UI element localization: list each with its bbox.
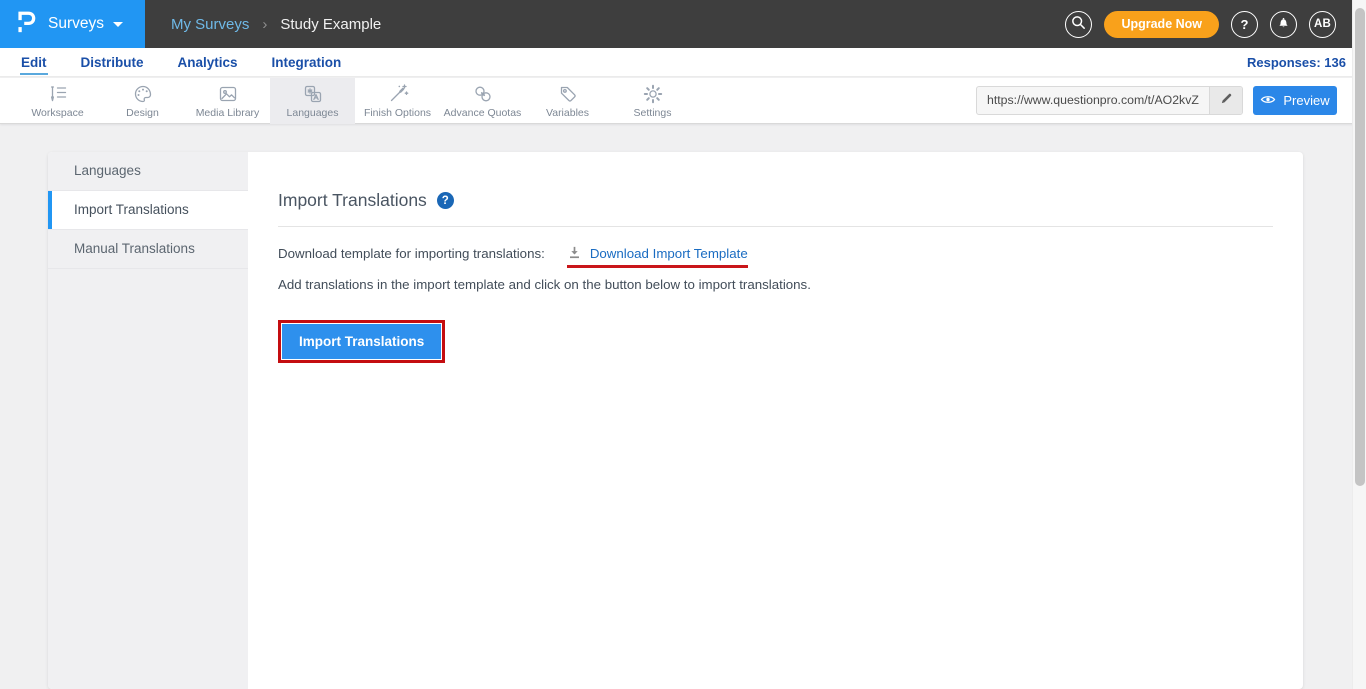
breadcrumb: My Surveys › Study Example bbox=[171, 16, 381, 33]
palette-icon bbox=[132, 83, 154, 105]
responses-count[interactable]: Responses: 136 bbox=[1247, 55, 1346, 70]
toolbar-item-design[interactable]: Design bbox=[100, 78, 185, 124]
import-translations-button[interactable]: Import Translations bbox=[282, 324, 441, 359]
help-button[interactable]: ? bbox=[1231, 11, 1258, 38]
toolbar-item-advance-quotas[interactable]: Advance Quotas bbox=[440, 78, 525, 124]
page-title: Import Translations bbox=[278, 190, 427, 211]
tab-analytics[interactable]: Analytics bbox=[177, 50, 239, 75]
edit-url-button[interactable] bbox=[1209, 87, 1242, 114]
download-import-template-link[interactable]: Download Import Template bbox=[590, 246, 748, 261]
search-icon bbox=[1070, 14, 1087, 34]
product-label: Surveys bbox=[48, 15, 104, 33]
toolbar-item-workspace[interactable]: Workspace bbox=[15, 78, 100, 124]
tab-distribute[interactable]: Distribute bbox=[80, 50, 145, 75]
title-divider bbox=[278, 226, 1273, 227]
chain-link-icon bbox=[472, 83, 494, 105]
title-row: Import Translations ? bbox=[278, 190, 1273, 211]
tab-integration[interactable]: Integration bbox=[271, 50, 343, 75]
preview-label: Preview bbox=[1283, 93, 1329, 108]
product-switcher[interactable]: Surveys bbox=[0, 0, 145, 48]
upgrade-now-button[interactable]: Upgrade Now bbox=[1104, 11, 1219, 38]
questionpro-logo-icon bbox=[15, 8, 39, 41]
toolbar-item-label: Settings bbox=[634, 107, 672, 119]
survey-nav: Edit Distribute Analytics Integration Re… bbox=[0, 48, 1366, 77]
bell-icon bbox=[1276, 15, 1291, 33]
workspace-icon bbox=[47, 83, 69, 105]
breadcrumb-current: Study Example bbox=[280, 16, 381, 33]
translate-icon bbox=[302, 83, 324, 105]
chevron-down-icon bbox=[113, 22, 123, 27]
toolbar-item-media-library[interactable]: Media Library bbox=[185, 78, 270, 124]
toolbar-item-languages[interactable]: Languages bbox=[270, 78, 355, 124]
image-icon bbox=[217, 83, 239, 105]
survey-url-field: https://www.questionpro.com/t/AO2kvZ bbox=[976, 86, 1243, 115]
toolbar-item-label: Workspace bbox=[31, 107, 83, 119]
gear-icon bbox=[642, 83, 664, 105]
avatar[interactable]: AB bbox=[1309, 11, 1336, 38]
survey-url-text[interactable]: https://www.questionpro.com/t/AO2kvZ bbox=[977, 87, 1209, 114]
languages-sidebar: Languages Import Translations Manual Tra… bbox=[48, 152, 248, 689]
download-prompt-label: Download template for importing translat… bbox=[278, 246, 545, 261]
toolbar-item-finish-options[interactable]: Finish Options bbox=[355, 78, 440, 124]
import-button-annotation-box: Import Translations bbox=[278, 320, 445, 363]
toolbar-item-label: Variables bbox=[546, 107, 589, 119]
download-link-annotated: Download Import Template bbox=[567, 244, 748, 263]
breadcrumb-separator-icon: › bbox=[262, 16, 267, 33]
download-icon bbox=[567, 244, 582, 263]
scrollbar-thumb[interactable] bbox=[1355, 8, 1365, 486]
topbar-actions: Upgrade Now ? AB bbox=[1065, 10, 1336, 38]
edit-toolbar: Workspace Design Media Library bbox=[0, 78, 1366, 124]
breadcrumb-my-surveys[interactable]: My Surveys bbox=[171, 16, 249, 33]
sidebar-item-manual-translations[interactable]: Manual Translations bbox=[48, 230, 248, 269]
instruction-text: Add translations in the import template … bbox=[278, 277, 1273, 292]
page-scrollbar[interactable] bbox=[1352, 0, 1366, 689]
toolbar-item-label: Finish Options bbox=[364, 107, 431, 119]
eye-icon bbox=[1260, 93, 1276, 108]
languages-panel: Languages Import Translations Manual Tra… bbox=[48, 152, 1303, 689]
toolbar-item-label: Languages bbox=[287, 107, 339, 119]
tab-edit[interactable]: Edit bbox=[20, 50, 48, 75]
magic-wand-icon bbox=[387, 83, 409, 105]
topbar: Surveys My Surveys › Study Example Upgra… bbox=[0, 0, 1366, 48]
tag-icon bbox=[557, 83, 579, 105]
download-template-row: Download template for importing translat… bbox=[278, 244, 1273, 263]
section-help-icon[interactable]: ? bbox=[437, 192, 454, 209]
toolbar-item-variables[interactable]: Variables bbox=[525, 78, 610, 124]
sidebar-item-import-translations[interactable]: Import Translations bbox=[48, 191, 248, 230]
search-button[interactable] bbox=[1065, 11, 1092, 38]
toolbar-item-label: Advance Quotas bbox=[444, 107, 522, 119]
preview-button[interactable]: Preview bbox=[1253, 86, 1337, 115]
nav-tabs: Edit Distribute Analytics Integration bbox=[20, 48, 342, 77]
import-translations-pane: Import Translations ? Download template … bbox=[248, 152, 1303, 689]
toolbar-item-label: Design bbox=[126, 107, 159, 119]
toolbar-item-settings[interactable]: Settings bbox=[610, 78, 695, 124]
pencil-icon bbox=[1220, 92, 1233, 110]
notifications-button[interactable] bbox=[1270, 11, 1297, 38]
sidebar-item-languages[interactable]: Languages bbox=[48, 152, 248, 191]
toolbar-item-label: Media Library bbox=[196, 107, 260, 119]
